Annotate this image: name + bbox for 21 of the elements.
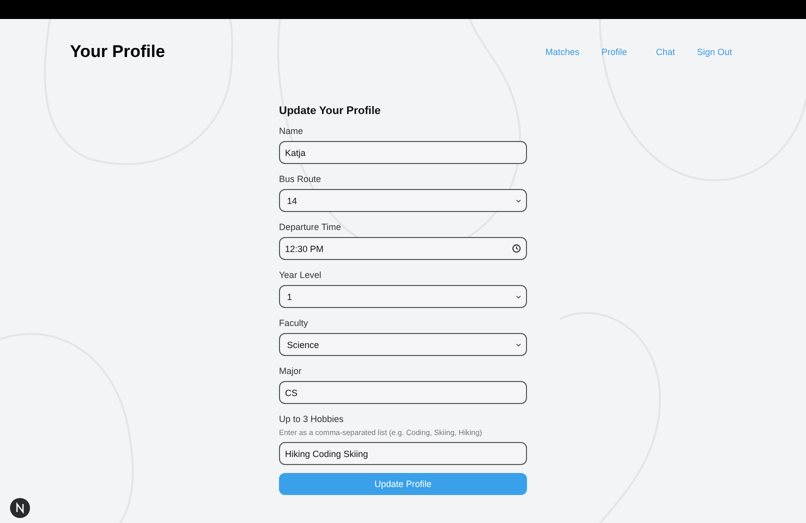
field-label: Departure Time xyxy=(279,222,342,232)
chevron-down-icon xyxy=(516,342,521,346)
dropdown-field[interactable]: 14 xyxy=(279,189,527,212)
logo-badge-icon[interactable] xyxy=(10,498,30,518)
input-field[interactable]: Katja xyxy=(279,141,527,164)
input-field[interactable]: Hiking Coding Skiing xyxy=(279,442,527,465)
field-label: Name xyxy=(279,126,304,136)
field-label: Faculty xyxy=(279,318,310,328)
form-title: Update Your Profile xyxy=(279,105,382,117)
chevron-down-icon xyxy=(516,294,521,298)
field-label: Major xyxy=(279,366,303,376)
field-label: Up to 3 Hobbies xyxy=(279,414,345,424)
time-field[interactable]: 12:30 PM xyxy=(279,237,527,260)
field-label: Year Level xyxy=(279,270,322,280)
field-label: Bus Route xyxy=(279,174,322,184)
dropdown-field[interactable]: Science xyxy=(279,333,527,356)
dropdown-field[interactable]: 1 xyxy=(279,285,527,308)
chevron-down-icon xyxy=(516,198,521,202)
clock-icon xyxy=(512,244,521,253)
page-title: Your Profile xyxy=(70,42,166,62)
input-field[interactable]: CS xyxy=(279,381,527,404)
